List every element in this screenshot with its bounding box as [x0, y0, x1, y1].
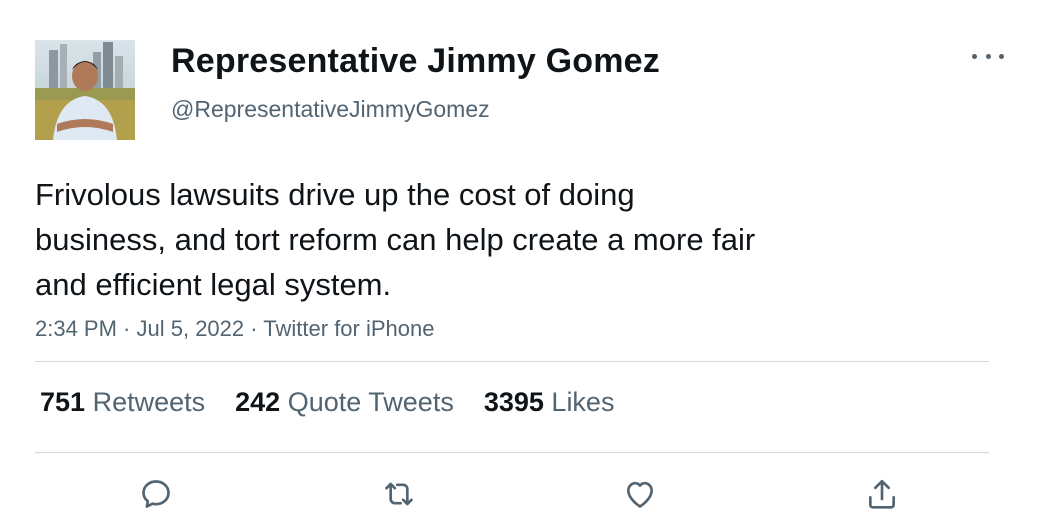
- likes-label: Likes: [551, 387, 615, 417]
- tweet-meta: 2:34 PM · Jul 5, 2022 · Twitter for iPho…: [35, 316, 434, 342]
- quote-tweets-count: 242: [235, 387, 281, 417]
- tweet-text-line: and efficient legal system.: [35, 267, 392, 302]
- tweet-time[interactable]: 2:34 PM: [35, 316, 117, 341]
- more-options-button[interactable]: [972, 46, 1004, 66]
- author-display-name[interactable]: Representative Jimmy Gomez: [171, 42, 660, 81]
- more-dots-icon: [999, 53, 1004, 59]
- reply-button[interactable]: [136, 474, 176, 514]
- tweet-text-line: business, and tort reform can help creat…: [35, 222, 756, 257]
- likes-count: 3395: [483, 387, 544, 417]
- reply-icon: [142, 480, 170, 508]
- tweet-text-line: Frivolous lawsuits drive up the cost of …: [35, 177, 635, 212]
- tweet-stats: 751 Retweets 242 Quote Tweets 3395 Likes: [40, 387, 644, 418]
- share-icon: [869, 479, 895, 509]
- retweets-label: Retweets: [92, 387, 206, 417]
- author-handle[interactable]: @RepresentativeJimmyGomez: [171, 96, 490, 123]
- quote-tweets-label: Quote Tweets: [287, 387, 454, 417]
- tweet-text: Frivolous lawsuits drive up the cost of …: [35, 172, 915, 307]
- avatar[interactable]: [35, 40, 135, 140]
- likes-stat[interactable]: 3395 Likes: [484, 387, 615, 418]
- heart-icon: [627, 481, 653, 508]
- divider: [35, 452, 989, 453]
- retweet-icon: [385, 482, 413, 506]
- like-button[interactable]: [620, 474, 660, 514]
- meta-separator: ·: [244, 316, 264, 341]
- avatar-photo: [35, 40, 135, 140]
- tweet-source[interactable]: Twitter for iPhone: [263, 316, 434, 341]
- meta-separator: ·: [116, 316, 137, 341]
- quote-tweets-stat[interactable]: 242 Quote Tweets: [235, 387, 454, 418]
- more-dots-icon: [972, 53, 977, 59]
- retweets-count: 751: [40, 387, 86, 417]
- divider: [35, 361, 989, 362]
- share-button[interactable]: [862, 474, 902, 514]
- tweet-date[interactable]: Jul 5, 2022: [137, 316, 245, 341]
- retweets-stat[interactable]: 751 Retweets: [40, 387, 205, 418]
- action-bar: [0, 474, 1050, 514]
- more-dots-icon: [985, 53, 991, 59]
- retweet-button[interactable]: [379, 474, 419, 514]
